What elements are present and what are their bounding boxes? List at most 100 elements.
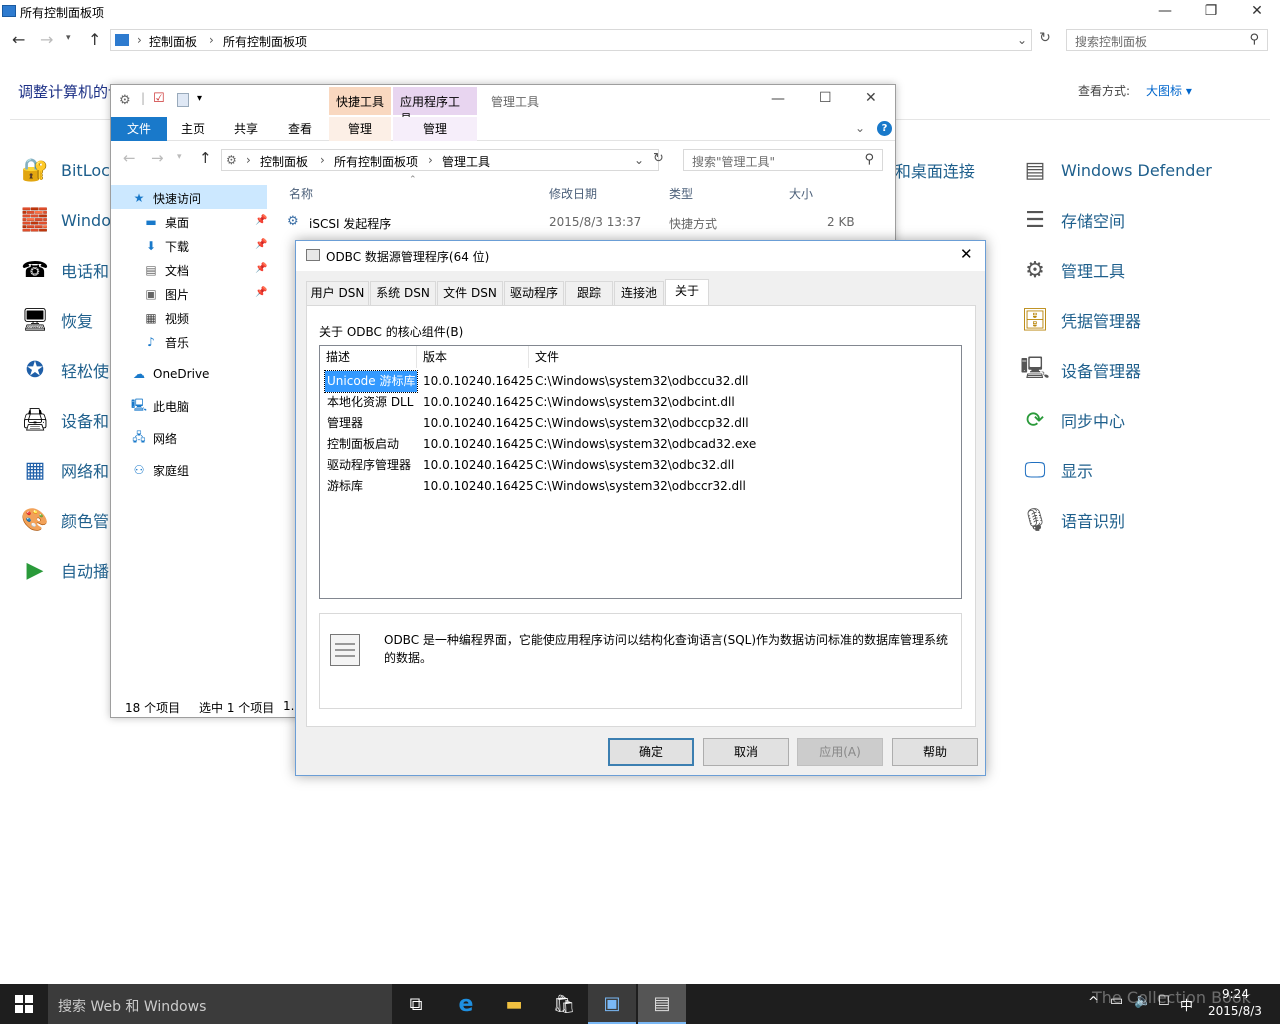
ribbon-tab-home[interactable]: 主页 xyxy=(169,117,217,141)
list-item[interactable]: 管理器 10.0.10240.16425 C:\Windows\system32… xyxy=(320,413,960,434)
qat-chevron-icon[interactable]: ▾ xyxy=(197,93,202,104)
col-description[interactable]: 描述 xyxy=(320,346,417,368)
refresh-icon[interactable]: ↻ xyxy=(653,151,664,166)
crumb-control-panel[interactable]: 控制面板 xyxy=(149,33,197,50)
list-item[interactable]: 控制面板启动 10.0.10240.16425 C:\Windows\syste… xyxy=(320,434,960,455)
back-arrow-icon[interactable]: ← xyxy=(123,149,136,167)
close-button[interactable]: ✕ xyxy=(1234,0,1280,24)
nav-pictures[interactable]: ▣ 图片 xyxy=(143,283,189,305)
nav-documents[interactable]: ▤ 文档 xyxy=(143,259,189,281)
cp-item-sync-center[interactable]: ⟳ 同步中心 xyxy=(1018,403,1125,437)
cp-search-input[interactable]: 搜索控制面板 ⚲ xyxy=(1066,29,1268,51)
explorer-address-bar[interactable]: ⚙ › 控制面板 › 所有控制面板项 › 管理工具 ⌄ xyxy=(221,149,659,171)
odbc-taskbar-icon[interactable]: ▤ xyxy=(638,984,686,1024)
ribbon-tab-manage-shortcut[interactable]: 管理 xyxy=(329,117,391,141)
close-button[interactable]: ✕ xyxy=(865,90,877,106)
view-by-dropdown[interactable]: 大图标 ▾ xyxy=(1146,82,1192,99)
refresh-icon[interactable]: ↻ xyxy=(1036,30,1054,52)
cp-item-storage-spaces[interactable]: ☰ 存储空间 xyxy=(1018,203,1125,237)
search-icon[interactable]: ⚲ xyxy=(1249,32,1259,47)
tab-connection-pooling[interactable]: 连接池 xyxy=(614,281,664,305)
up-arrow-icon[interactable]: ↑ xyxy=(88,30,101,49)
ribbon-tab-manage-app[interactable]: 管理 xyxy=(393,117,477,141)
minimize-button[interactable]: — xyxy=(1142,0,1188,24)
ribbon-tab-share[interactable]: 共享 xyxy=(221,117,271,141)
crumb-all-items[interactable]: 所有控制面板项 xyxy=(334,153,418,170)
cp-item-recovery[interactable]: 🖥 恢复 xyxy=(18,303,93,337)
ribbon-expand-chevron-icon[interactable]: ⌄ xyxy=(855,121,865,135)
pin-icon[interactable]: 📌 xyxy=(255,239,267,250)
file-row[interactable]: ⚙ iSCSI 发起程序 2015/8/3 13:37 快捷方式 2 KB xyxy=(287,213,867,233)
search-icon[interactable]: ⚲ xyxy=(864,152,874,167)
cp-item-network-sharing[interactable]: ▦ 网络和 xyxy=(18,453,109,487)
forward-arrow-icon[interactable]: → xyxy=(151,149,164,167)
taskbar-search-box[interactable]: 搜索 Web 和 Windows xyxy=(48,984,392,1024)
nav-onedrive[interactable]: ☁ OneDrive xyxy=(131,363,209,385)
tab-file-dsn[interactable]: 文件 DSN xyxy=(437,281,503,305)
cp-item-devices-printers[interactable]: 🖨 设备和 xyxy=(18,403,109,437)
nav-music[interactable]: ♪ 音乐 xyxy=(143,331,189,353)
forward-arrow-icon[interactable]: → xyxy=(40,30,53,49)
explorer-search-input[interactable]: 搜索"管理工具" ⚲ xyxy=(683,149,883,171)
nav-desktop[interactable]: ▬ 桌面 xyxy=(143,211,189,233)
col-type[interactable]: 类型 xyxy=(669,185,693,202)
list-item[interactable]: 游标库 10.0.10240.16425 C:\Windows\system32… xyxy=(320,476,960,497)
tab-tracing[interactable]: 跟踪 xyxy=(565,281,613,305)
chevron-down-icon[interactable]: ⌄ xyxy=(634,153,644,167)
nav-homegroup[interactable]: ⚇ 家庭组 xyxy=(131,459,189,481)
col-modified[interactable]: 修改日期 xyxy=(549,185,597,202)
help-button[interactable]: 帮助 xyxy=(892,738,978,766)
recent-chevron-icon[interactable]: ▾ xyxy=(66,33,71,43)
crumb-admin-tools[interactable]: 管理工具 xyxy=(442,153,490,170)
store-icon[interactable]: 🛍 xyxy=(540,984,588,1024)
cancel-button[interactable]: 取消 xyxy=(703,738,789,766)
list-item[interactable]: Unicode 游标库 10.0.10240.16425 C:\Windows\… xyxy=(320,370,960,393)
components-list[interactable]: 描述 版本 文件 Unicode 游标库 10.0.10240.16425 C:… xyxy=(319,345,962,599)
cp-item-device-manager[interactable]: 🖳 设备管理器 xyxy=(1018,353,1141,387)
nav-downloads[interactable]: ⬇ 下载 xyxy=(143,235,189,257)
ok-button[interactable]: 确定 xyxy=(608,738,694,766)
cp-item-admin-tools[interactable]: ⚙ 管理工具 xyxy=(1018,253,1125,287)
apply-button[interactable]: 应用(A) xyxy=(797,738,883,766)
col-name[interactable]: 名称 xyxy=(289,185,313,202)
ribbon-tab-file[interactable]: 文件 xyxy=(111,117,167,141)
recent-chevron-icon[interactable]: ▾ xyxy=(177,152,182,162)
cp-item-color-management[interactable]: 🎨 颜色管 xyxy=(18,503,109,537)
close-button[interactable]: ✕ xyxy=(960,245,973,263)
nav-quick-access[interactable]: ★ 快速访问 xyxy=(131,187,201,209)
cp-address-bar[interactable]: › 控制面板 › 所有控制面板项 ⌄ xyxy=(110,29,1032,51)
pin-icon[interactable]: 📌 xyxy=(255,215,267,226)
start-button[interactable] xyxy=(0,984,48,1024)
ribbon-tab-view[interactable]: 查看 xyxy=(275,117,325,141)
chevron-down-icon[interactable]: ⌄ xyxy=(1017,33,1027,47)
pin-icon[interactable]: 📌 xyxy=(255,263,267,274)
cp-item-autoplay[interactable]: ▶ 自动播 xyxy=(18,553,109,587)
crumb-control-panel[interactable]: 控制面板 xyxy=(260,153,308,170)
list-item[interactable]: 本地化资源 DLL 10.0.10240.16425 C:\Windows\sy… xyxy=(320,392,960,413)
col-size[interactable]: 大小 xyxy=(789,185,813,202)
back-arrow-icon[interactable]: ← xyxy=(12,30,25,49)
cp-item-credential-manager[interactable]: 🗄 凭据管理器 xyxy=(1018,303,1141,337)
list-item[interactable]: 驱动程序管理器 10.0.10240.16425 C:\Windows\syst… xyxy=(320,455,960,476)
maximize-button[interactable]: ☐ xyxy=(819,90,832,106)
maximize-button[interactable]: ❐ xyxy=(1188,0,1234,24)
tab-user-dsn[interactable]: 用户 DSN xyxy=(306,281,369,305)
up-arrow-icon[interactable]: ↑ xyxy=(199,149,212,167)
cp-item-phone-modem[interactable]: ☎ 电话和 xyxy=(18,253,109,287)
crumb-all-items[interactable]: 所有控制面板项 xyxy=(223,33,307,50)
tab-drivers[interactable]: 驱动程序 xyxy=(504,281,564,305)
task-view-icon[interactable]: ⧉ xyxy=(392,984,440,1024)
nav-network[interactable]: 🖧 网络 xyxy=(131,427,177,449)
edge-icon[interactable]: e xyxy=(442,984,490,1024)
tab-about[interactable]: 关于 xyxy=(665,279,709,307)
cp-item-display[interactable]: 🖵 显示 xyxy=(1018,453,1093,487)
new-folder-icon[interactable] xyxy=(177,93,189,107)
tab-system-dsn[interactable]: 系统 DSN xyxy=(370,281,436,305)
cp-item-windows-defender[interactable]: ▤ Windows Defender xyxy=(1018,153,1212,187)
nav-this-pc[interactable]: 🖳 此电脑 xyxy=(131,395,189,417)
cp-item-ease-of-access[interactable]: ✪ 轻松使 xyxy=(18,353,109,387)
context-tab-app-tools[interactable]: 应用程序工具 xyxy=(393,87,477,126)
cp-item-speech-recognition[interactable]: 🎙 语音识别 xyxy=(1018,503,1125,537)
context-tab-shortcut-tools[interactable]: 快捷工具 xyxy=(329,87,391,115)
nav-videos[interactable]: ▦ 视频 xyxy=(143,307,189,329)
